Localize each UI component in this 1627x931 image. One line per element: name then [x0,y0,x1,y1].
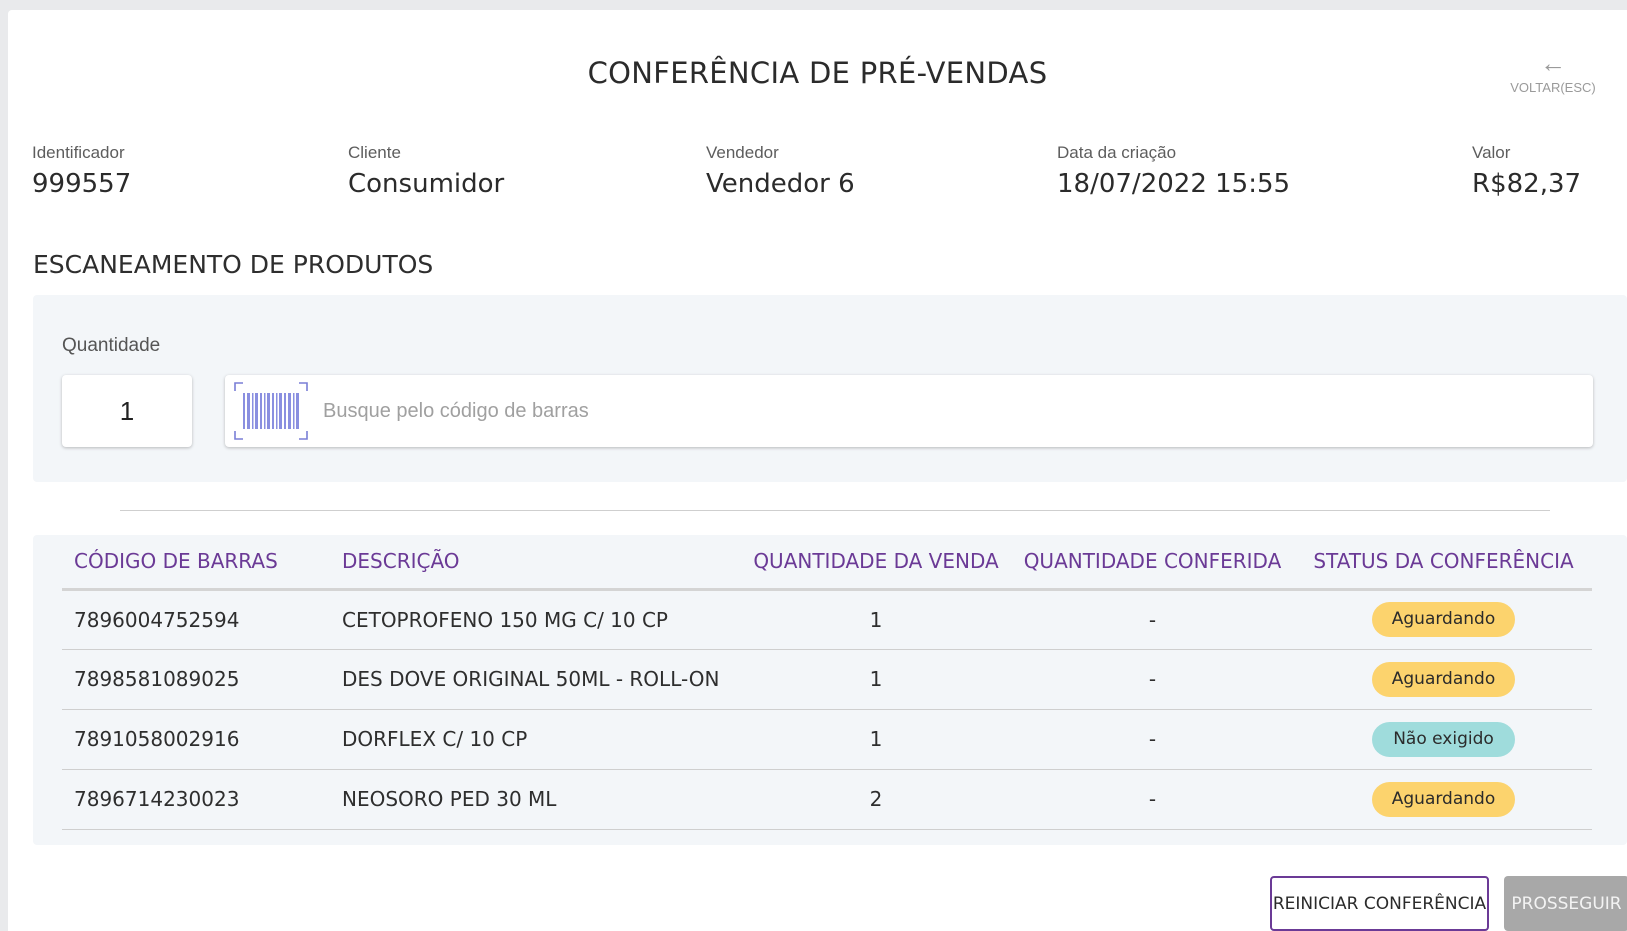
table-row: 7896004752594 CETOPROFENO 150 MG C/ 10 C… [62,589,1592,650]
amount-value: R$82,37 [1472,169,1582,199]
quantity-label: Quantidade [62,335,161,356]
section-divider [120,510,1550,511]
row-qty-sale: 1 [742,589,1010,650]
row-qty-checked: - [1010,709,1295,770]
row-qty-checked: - [1010,649,1295,710]
products-table-panel: CÓDIGO DE BARRAS DESCRIÇÃO QUANTIDADE DA… [33,535,1627,845]
row-qty-sale: 1 [742,709,1010,770]
quantity-input[interactable]: 1 [62,375,192,447]
row-status-cell: Aguardando [1295,769,1592,830]
col-header-description: DESCRIÇÃO [330,535,742,591]
status-badge: Não exigido [1372,721,1515,757]
conference-modal: CONFERÊNCIA DE PRÉ-VENDAS ← VOLTAR(ESC) … [8,10,1627,931]
scan-panel: Quantidade 1 [33,295,1627,482]
table-row: 7898581089025 DES DOVE ORIGINAL 50ML - R… [62,649,1592,710]
row-qty-sale: 2 [742,769,1010,830]
client-value: Consumidor [348,169,505,199]
seller-value: Vendedor 6 [706,169,855,199]
arrow-left-icon: ← [1540,48,1566,78]
back-label: VOLTAR(ESC) [1510,80,1596,95]
status-badge: Aguardando [1372,602,1515,637]
proceed-button[interactable]: PROSSEGUIR [1504,876,1627,931]
table-header-row: CÓDIGO DE BARRAS DESCRIÇÃO QUANTIDADE DA… [62,535,1592,591]
identifier-value: 999557 [32,169,132,199]
table-row: 7891058002916 DORFLEX C/ 10 CP 1 - Não e… [62,709,1592,770]
col-header-qty-sale: QUANTIDADE DA VENDA [742,535,1010,591]
client-label: Cliente [348,143,401,162]
amount-label: Valor [1472,143,1511,162]
row-description: NEOSORO PED 30 ML [330,769,742,830]
identifier-label: Identificador [32,143,125,162]
created-label: Data da criação [1057,143,1177,162]
table-row: 7896714230023 NEOSORO PED 30 ML 2 - Agua… [62,769,1592,830]
row-barcode: 7891058002916 [62,709,330,770]
barcode-scan-icon [234,382,308,440]
col-header-qty-checked: QUANTIDADE CONFERIDA [1010,535,1295,591]
row-qty-checked: - [1010,589,1295,650]
seller-label: Vendedor [706,143,779,162]
row-status-cell: Aguardando [1295,589,1592,650]
row-barcode: 7896004752594 [62,589,330,650]
info-seller: Vendedor Vendedor 6 [706,143,855,199]
info-client: Cliente Consumidor [348,143,504,199]
row-status-cell: Não exigido [1295,709,1592,770]
info-amount: Valor R$82,37 [1472,143,1581,199]
row-description: DES DOVE ORIGINAL 50ML - ROLL-ON [330,649,742,710]
col-header-barcode: CÓDIGO DE BARRAS [62,535,330,591]
info-identifier: Identificador 999557 [32,143,131,199]
products-table: CÓDIGO DE BARRAS DESCRIÇÃO QUANTIDADE DA… [62,535,1592,830]
page-title: CONFERÊNCIA DE PRÉ-VENDAS [587,56,1048,90]
barcode-search-input[interactable] [323,389,1573,433]
row-barcode: 7898581089025 [62,649,330,710]
status-badge: Aguardando [1372,781,1515,817]
info-created: Data da criação 18/07/2022 15:55 [1057,143,1290,199]
row-barcode: 7896714230023 [62,769,330,830]
reset-conference-button[interactable]: REINICIAR CONFERÊNCIA [1270,876,1489,931]
row-qty-checked: - [1010,769,1295,830]
row-qty-sale: 1 [742,649,1010,710]
col-header-status: STATUS DA CONFERÊNCIA [1295,535,1592,591]
created-value: 18/07/2022 15:55 [1057,169,1291,199]
status-badge: Aguardando [1372,661,1515,697]
row-status-cell: Aguardando [1295,649,1592,710]
row-description: CETOPROFENO 150 MG C/ 10 CP [330,589,742,650]
barcode-search-field[interactable] [225,375,1593,447]
row-description: DORFLEX C/ 10 CP [330,709,742,770]
back-button[interactable]: ← VOLTAR(ESC) [1503,50,1603,95]
scan-section-title: ESCANEAMENTO DE PRODUTOS [33,250,434,279]
